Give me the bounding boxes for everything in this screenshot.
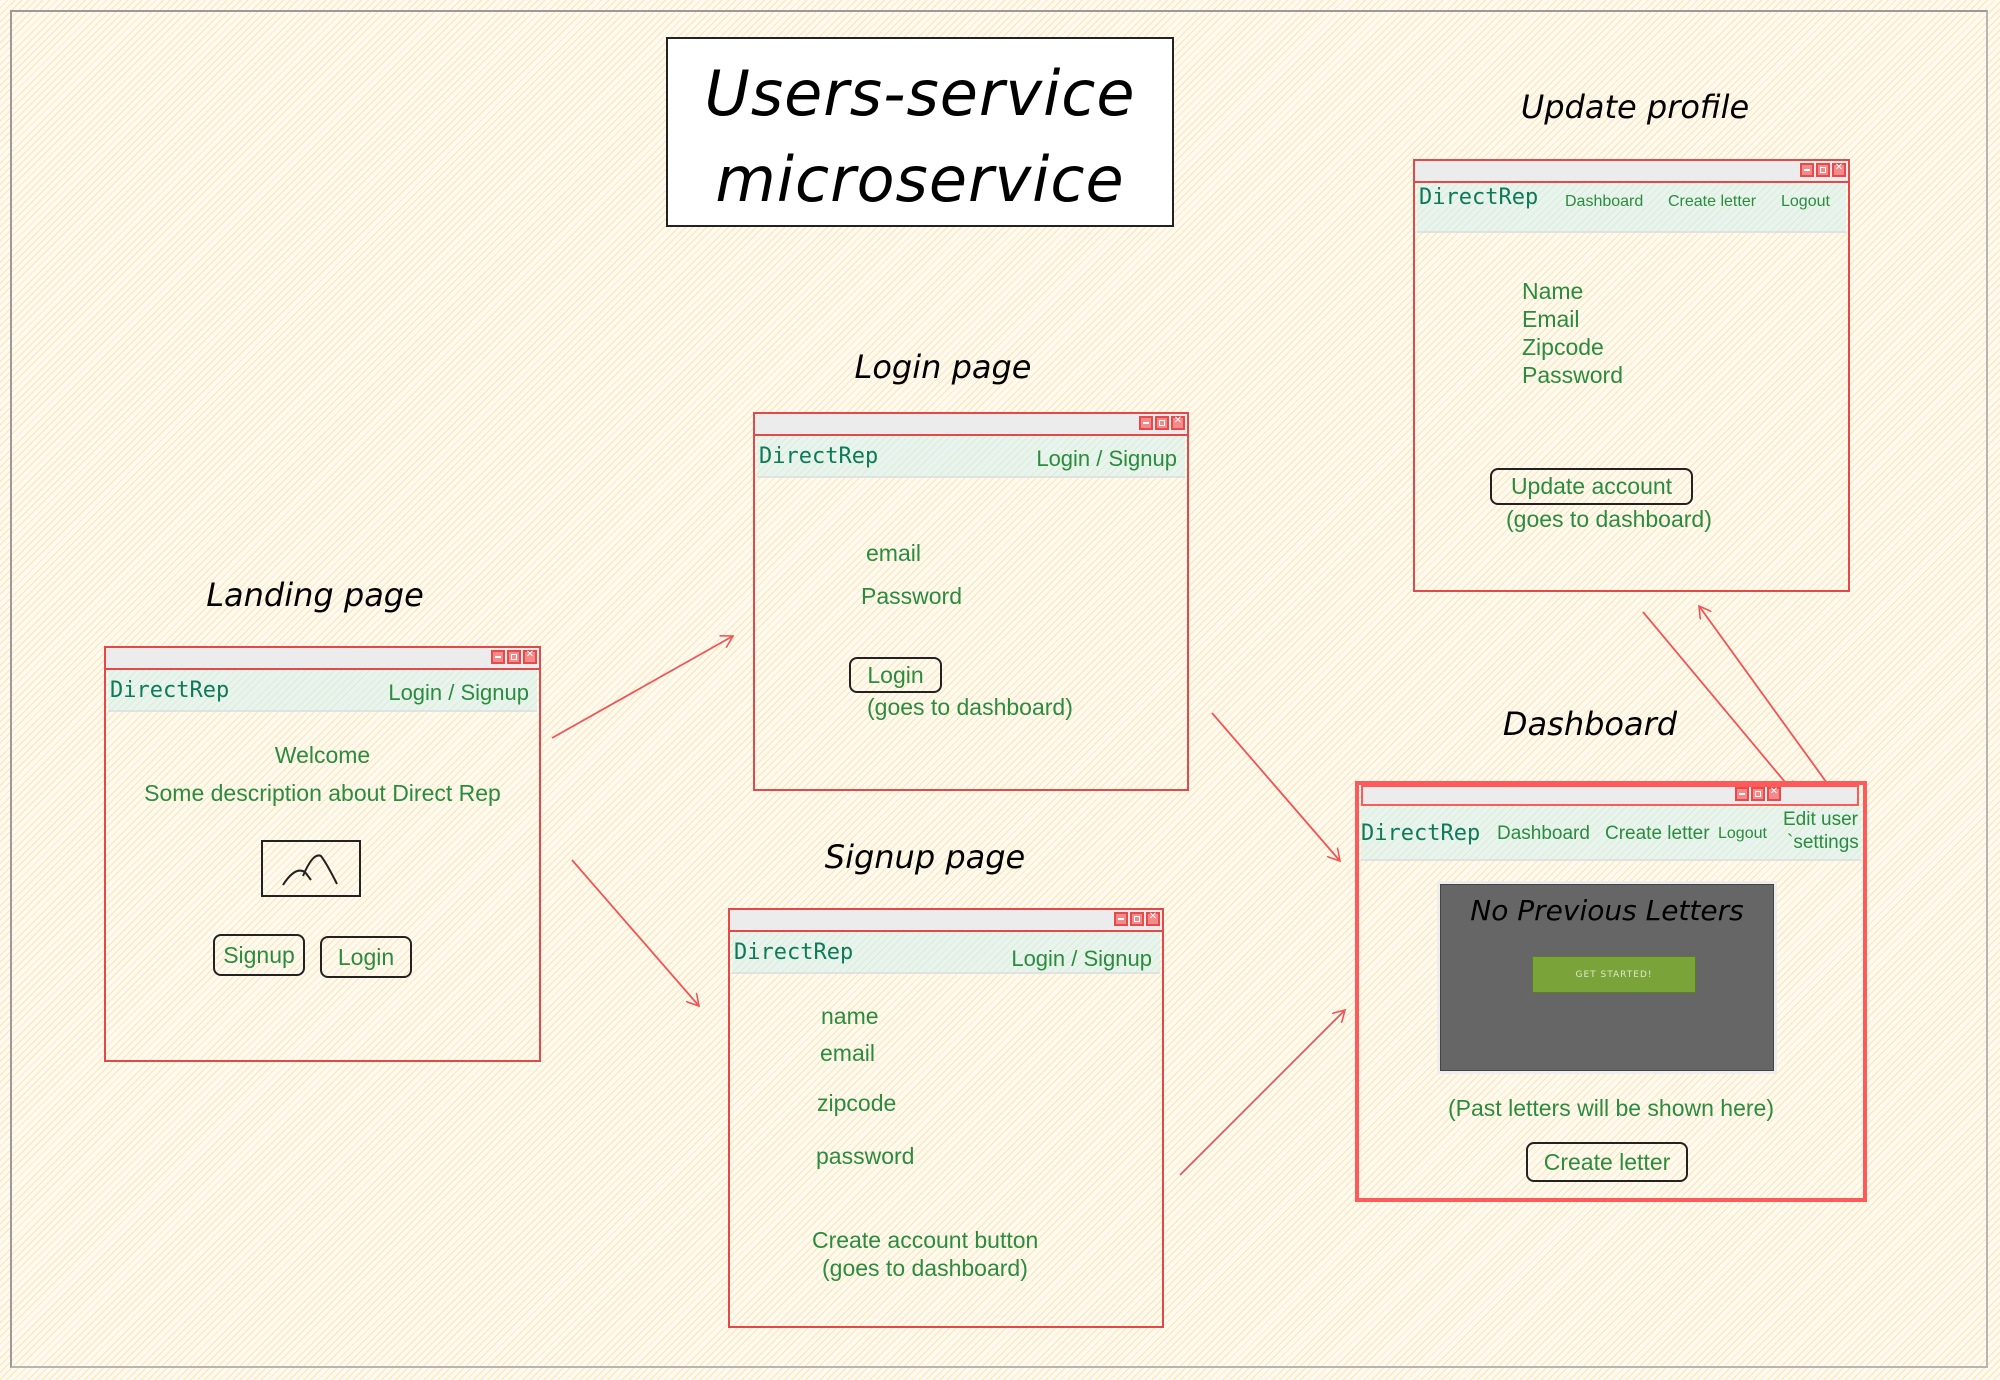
maximize-icon[interactable] — [1751, 787, 1765, 801]
window-titlebar — [730, 910, 1162, 932]
arrow-update-to-dashboard — [1642, 611, 1795, 794]
minimize-icon[interactable] — [491, 650, 505, 664]
signup-button[interactable]: Signup — [213, 934, 305, 976]
password-field-label[interactable]: Password — [1522, 362, 1623, 389]
landing-page-label: Landing page — [206, 576, 424, 614]
image-placeholder-icon — [261, 840, 361, 897]
minimize-icon[interactable] — [1114, 912, 1128, 926]
nav-dashboard-link[interactable]: Dashboard — [1497, 823, 1590, 845]
no-letters-heading: No Previous Letters — [1470, 894, 1744, 927]
window-titlebar — [1361, 785, 1859, 806]
nav-logout-link[interactable]: Logout — [1781, 193, 1830, 211]
navbar: DirectRep Dashboard Create letter Logout — [1417, 183, 1846, 233]
nav-edit-settings-line1[interactable]: Edit user — [1783, 809, 1858, 831]
create-letter-button[interactable]: Create letter — [1526, 1142, 1688, 1182]
brand-logo[interactable]: DirectRep — [110, 678, 229, 703]
window-titlebar — [106, 648, 539, 670]
close-icon[interactable] — [523, 649, 537, 664]
description-text: Some description about Direct Rep — [144, 780, 501, 806]
navbar: DirectRep Login / Signup — [757, 436, 1185, 478]
navbar: DirectRep Login / Signup — [732, 932, 1160, 974]
arrow-login-to-dashboard — [1211, 712, 1340, 861]
get-started-button[interactable]: GET STARTED! — [1532, 956, 1696, 993]
maximize-icon[interactable] — [1816, 163, 1830, 177]
zipcode-field-label[interactable]: Zipcode — [1522, 334, 1604, 361]
login-button[interactable]: Login — [320, 936, 412, 978]
close-icon[interactable] — [1832, 162, 1846, 177]
welcome-text: Welcome — [274, 742, 371, 768]
arrow-dashboard-to-update — [1699, 606, 1833, 791]
minimize-icon[interactable] — [1139, 416, 1153, 430]
brand-logo[interactable]: DirectRep — [759, 444, 878, 469]
login-button[interactable]: Login — [849, 657, 942, 693]
create-account-button[interactable]: Create account button — [812, 1227, 1038, 1254]
signup-note: (goes to dashboard) — [822, 1255, 1028, 1281]
arrow-landing-to-signup — [571, 859, 699, 1006]
nav-dashboard-link[interactable]: Dashboard — [1565, 193, 1643, 211]
navbar: DirectRep Dashboard Create letter Logout… — [1361, 807, 1861, 861]
nav-login-signup-link[interactable]: Login / Signup — [388, 680, 529, 706]
password-field-label[interactable]: Password — [861, 583, 962, 610]
dashboard-label: Dashboard — [1502, 705, 1678, 743]
minimize-icon[interactable] — [1800, 163, 1814, 177]
brand-logo[interactable]: DirectRep — [734, 940, 853, 965]
name-field-label[interactable]: name — [821, 1003, 879, 1030]
window-titlebar — [1415, 161, 1848, 183]
nav-create-letter-link[interactable]: Create letter — [1605, 823, 1710, 845]
past-letters-note: (Past letters will be shown here) — [1448, 1095, 1774, 1121]
dashboard-window: DirectRep Dashboard Create letter Logout… — [1355, 781, 1867, 1202]
nav-edit-settings-line2[interactable]: `settings — [1787, 832, 1859, 854]
nav-logout-link[interactable]: Logout — [1718, 825, 1767, 843]
minimize-icon[interactable] — [1735, 787, 1749, 801]
update-account-button[interactable]: Update account — [1490, 468, 1693, 505]
email-field-label[interactable]: Email — [1522, 306, 1580, 333]
login-window: DirectRep Login / Signup email Password … — [753, 412, 1189, 791]
window-titlebar — [755, 414, 1187, 436]
update-profile-window: DirectRep Dashboard Create letter Logout… — [1413, 159, 1850, 592]
close-icon[interactable] — [1171, 415, 1185, 430]
email-field-label[interactable]: email — [866, 540, 921, 567]
arrow-signup-to-dashboard — [1179, 1010, 1345, 1176]
landing-window: DirectRep Login / Signup Welcome Some de… — [104, 646, 541, 1062]
brand-logo[interactable]: DirectRep — [1361, 821, 1480, 846]
close-icon[interactable] — [1767, 786, 1781, 801]
brand-logo[interactable]: DirectRep — [1419, 185, 1538, 210]
maximize-icon[interactable] — [1130, 912, 1144, 926]
signup-window: DirectRep Login / Signup name email zipc… — [728, 908, 1164, 1328]
zipcode-field-label[interactable]: zipcode — [817, 1090, 896, 1117]
nav-login-signup-link[interactable]: Login / Signup — [1011, 946, 1152, 972]
email-field-label[interactable]: email — [820, 1040, 875, 1067]
close-icon[interactable] — [1146, 911, 1160, 926]
maximize-icon[interactable] — [1155, 416, 1169, 430]
password-field-label[interactable]: password — [816, 1143, 914, 1170]
name-field-label[interactable]: Name — [1522, 278, 1583, 305]
nav-create-letter-link[interactable]: Create letter — [1668, 193, 1756, 211]
no-letters-panel: No Previous Letters GET STARTED! — [1437, 881, 1777, 1074]
signup-page-label: Signup page — [824, 838, 1026, 876]
maximize-icon[interactable] — [507, 650, 521, 664]
navbar: DirectRep Login / Signup — [108, 670, 537, 712]
login-page-label: Login page — [854, 348, 1032, 386]
update-profile-label: Update profile — [1520, 88, 1750, 126]
nav-login-signup-link[interactable]: Login / Signup — [1036, 446, 1177, 472]
update-note: (goes to dashboard) — [1506, 506, 1712, 532]
arrow-landing-to-login — [551, 636, 733, 739]
login-note: (goes to dashboard) — [867, 694, 1073, 720]
